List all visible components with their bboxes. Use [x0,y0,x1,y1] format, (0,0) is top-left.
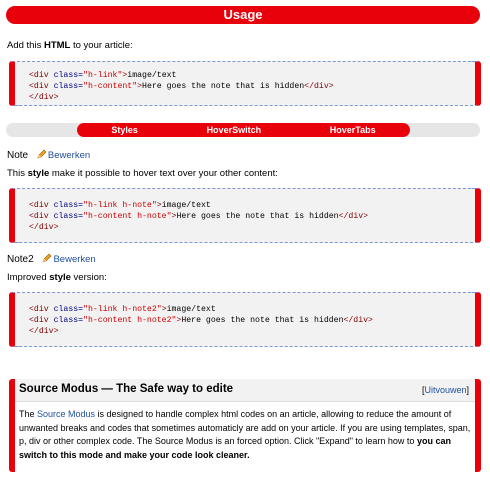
code-tag: <div [29,305,54,314]
note-heading: Note Bewerken [7,149,90,162]
source-body: The Source Modus is designed to handle c… [19,408,471,462]
code-text: Here goes the note that is hidden [142,82,305,91]
code-tag: </div> [29,93,59,102]
code-attr: class= [53,201,84,210]
edit-label: Bewerken [53,254,96,265]
intro-post: to your article: [70,40,133,51]
desc-bold: style [27,168,50,179]
expand-toggle: [Uitvouwen] [422,385,469,395]
intro-bold: HTML [43,40,71,51]
note2-title: Note2 [7,254,34,265]
code-value: "h-link" [83,71,123,80]
code-line: <div class="h-link h-note">image/text <d… [15,200,475,233]
edit-label: Bewerken [47,150,91,161]
code-value: "h-link h-note2" [83,305,162,314]
source-modus-box: Source Modus — The Safe way to edite [Ui… [9,379,481,472]
desc-post: make it possible to hover text over your… [49,168,278,179]
source-modus-link[interactable]: Source Modus [37,409,95,419]
code-text: Here goes the note that is hidden [176,212,339,221]
code-value: "h-link h-note" [83,201,157,210]
desc-pre: Improved [7,272,50,283]
note2-heading: Note2 Bewerken [7,253,96,266]
code-attr: class= [53,82,84,91]
note2-description: Improved style version: [7,272,107,284]
code-tag: </div> [338,212,369,221]
code-text: image/text [127,71,177,80]
code-value: "h-content" [83,82,138,91]
code-tag: <div [29,316,54,325]
tab-styles[interactable]: Styles [111,125,138,135]
code-block-note2: <div class="h-link h-note2">image/text <… [9,292,481,347]
code-value: "h-content h-note" [83,212,172,221]
tab-bar: Styles HoverSwitch HoverTabs [77,123,410,137]
code-attr: class= [53,316,84,325]
desc-pre: This [7,168,28,179]
usage-header: Usage [6,6,480,24]
source-header: Source Modus — The Safe way to edite [Ui… [15,379,475,402]
code-tag: <div [29,212,54,221]
desc-post: version: [70,272,107,283]
code-tag: </div> [304,82,334,91]
code-tag: </div> [343,316,373,325]
tab-hovertabs[interactable]: HoverTabs [330,125,376,135]
note-title: Note [7,150,29,161]
code-tag: <div [29,82,54,91]
body-pre: The [19,409,38,419]
code-text: Here goes the note that is hidden [181,316,344,325]
code-attr: class= [53,71,84,80]
pencil-icon [37,149,47,159]
code-tag: </div> [29,327,59,336]
edit-link[interactable]: Bewerken [42,253,96,265]
code-text: image/text [161,201,211,210]
note-description: This style make it possible to hover tex… [7,168,278,180]
code-line: <div class="h-link">image/text <div clas… [15,70,475,103]
code-attr: class= [53,212,84,221]
pencil-icon [42,253,52,263]
code-tag: </div> [29,223,59,232]
code-text: image/text [166,305,216,314]
expand-link[interactable]: Uitvouwen [424,385,466,395]
source-title: Source Modus — The Safe way to edite [19,383,234,395]
desc-bold: style [49,272,71,283]
code-tag: <div [29,201,54,210]
code-value: "h-content h-note2" [83,316,177,325]
intro-pre: Add this [7,40,44,51]
code-attr: class= [53,305,84,314]
bracket-close: ] [466,385,469,395]
edit-link[interactable]: Bewerken [37,149,91,161]
intro-text: Add this HTML to your article: [7,40,133,52]
code-block-usage: <div class="h-link">image/text <div clas… [9,61,481,106]
code-tag: <div [29,71,54,80]
tab-hoverswitch[interactable]: HoverSwitch [207,125,262,135]
code-block-note: <div class="h-link h-note">image/text <d… [9,188,481,243]
code-line: <div class="h-link h-note2">image/text <… [15,304,475,337]
